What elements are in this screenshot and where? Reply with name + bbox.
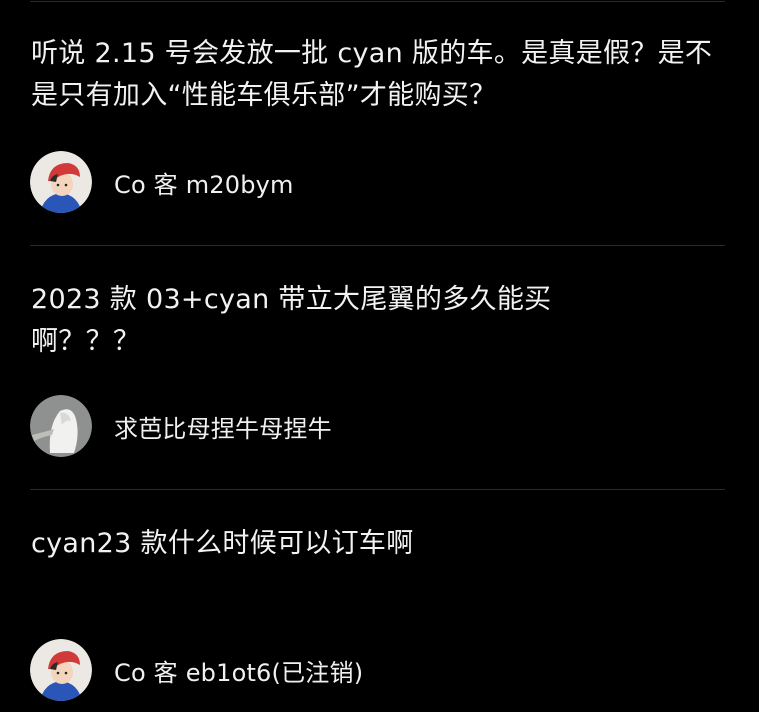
username[interactable]: Co 客 eb1ot6(已注销) (114, 653, 363, 688)
divider-top (30, 1, 725, 2)
user-row[interactable]: 求芭比母捏牛母捏牛 (30, 395, 332, 457)
question-text[interactable]: 听说 2.15 号会发放一批 cyan 版的车。是真是假？是不是只有加入“性能车… (31, 33, 721, 117)
white-hood-avatar-icon[interactable] (30, 395, 92, 457)
user-row[interactable]: Co 客 m20bym (30, 151, 294, 213)
question-text[interactable]: 2023 款 03+cyan 带立大尾翼的多久能买啊？？？ (31, 279, 621, 363)
red-hat-boy-avatar-icon[interactable] (30, 639, 92, 701)
divider (30, 489, 725, 490)
user-row[interactable]: Co 客 eb1ot6(已注销) (30, 639, 363, 701)
question-text[interactable]: cyan23 款什么时候可以订车啊 (31, 523, 721, 565)
username[interactable]: 求芭比母捏牛母捏牛 (114, 409, 332, 444)
red-hat-boy-avatar-icon[interactable] (30, 151, 92, 213)
divider (30, 245, 725, 246)
username[interactable]: Co 客 m20bym (114, 165, 294, 200)
